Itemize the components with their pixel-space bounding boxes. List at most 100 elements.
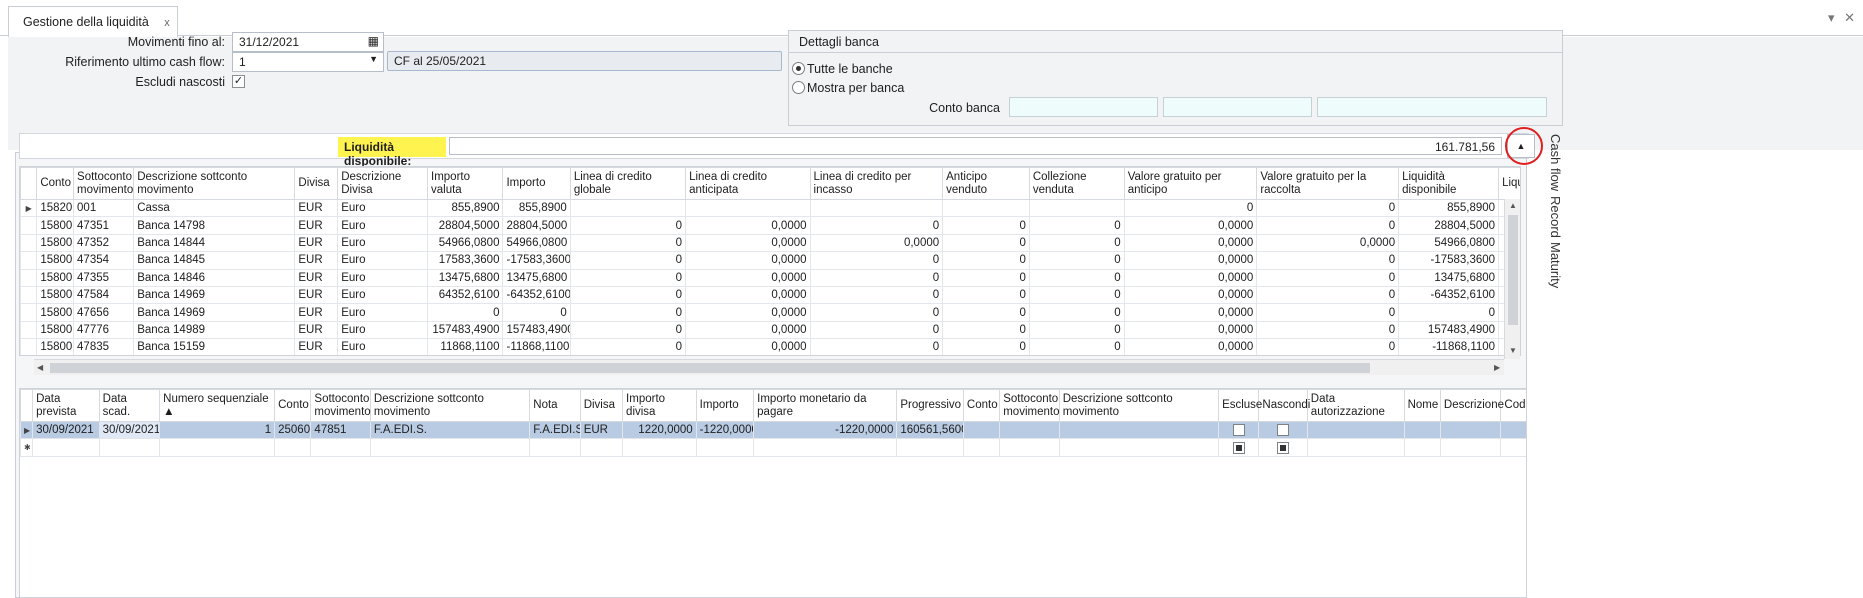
movimenti-date-input[interactable]: 31/12/2021 ▦ <box>232 32 384 52</box>
column-header[interactable]: Liquidità disponibile <box>1398 167 1500 200</box>
scroll-left-icon[interactable]: ◀ <box>37 363 43 372</box>
nascondi-new-checkbox[interactable] <box>1277 441 1290 454</box>
column-header[interactable]: Divisa <box>294 167 339 200</box>
table-cell[interactable] <box>1218 420 1260 440</box>
escludi-checkbox[interactable]: ✓ <box>232 75 245 88</box>
column-header[interactable]: Sottoconto movimento <box>73 167 135 200</box>
calendar-icon[interactable]: ▦ <box>368 34 379 48</box>
new-row-cell[interactable] <box>999 438 1060 457</box>
column-header[interactable]: Conto <box>962 389 1001 422</box>
new-row-cell[interactable] <box>1403 438 1441 457</box>
column-header[interactable]: Linea di credito globale <box>569 167 687 200</box>
window-close-icon[interactable]: ✕ <box>1844 10 1855 25</box>
new-row-cell[interactable] <box>159 438 276 457</box>
table-row[interactable]: 15800 47584 Banca 14969 EUR Euro 64352,6100 -6… <box>20 285 1520 305</box>
column-header[interactable]: Importo <box>502 167 571 200</box>
column-header[interactable]: Descrizione sottconto movimento <box>1058 389 1220 422</box>
column-header[interactable]: Escluse <box>1218 389 1262 422</box>
column-header[interactable]: Data autorizzazione <box>1306 389 1405 422</box>
new-row-cell[interactable] <box>98 438 161 457</box>
column-header[interactable]: Conto <box>274 389 312 422</box>
column-header[interactable]: Descrizione sottconto movimento <box>133 167 296 200</box>
vertical-scroll-thumb[interactable] <box>1508 215 1518 325</box>
column-header[interactable]: Importo monetario da pagare <box>753 389 898 422</box>
column-header[interactable]: Codice <box>1500 389 1526 422</box>
rif-cashflow-select[interactable]: 1 ▼ <box>232 52 384 72</box>
column-header[interactable]: Nome <box>1403 389 1441 422</box>
table-cell[interactable] <box>1258 420 1308 440</box>
new-row-cell[interactable] <box>1439 438 1502 457</box>
table-row[interactable]: ▶ 30/09/2021 30/09/2021 1 25060 47851 F.A.EDI.… <box>20 420 1526 440</box>
new-row[interactable]: ✱ <box>20 438 1526 457</box>
tab-close-icon[interactable]: x <box>164 17 170 29</box>
horizontal-scroll-thumb[interactable] <box>50 363 1370 373</box>
new-row-cell[interactable] <box>1218 438 1260 457</box>
side-tab-maturity[interactable]: Maturity <box>1535 242 1563 288</box>
column-header[interactable]: Linea di credito per incasso <box>809 167 944 200</box>
column-header[interactable]: Data prevista <box>32 389 100 422</box>
mostra-banca-radio[interactable] <box>792 81 805 94</box>
conto-banca-field-1[interactable] <box>1009 97 1158 117</box>
column-header[interactable]: Descrizione sottconto movimento <box>369 389 531 422</box>
column-header[interactable]: Nota <box>529 389 581 422</box>
new-row-cell[interactable] <box>962 438 1001 457</box>
table-row[interactable]: ▶ 15820 001 Cassa EUR Euro 855,8900 855,8900 0 0 8… <box>20 198 1520 218</box>
table-row[interactable]: 15800 47354 Banca 14845 EUR Euro 17583,3600 -1… <box>20 251 1520 270</box>
column-header[interactable]: Progressivo <box>896 389 964 422</box>
new-row-cell[interactable] <box>310 438 371 457</box>
scroll-up-icon[interactable]: ▲ <box>1509 201 1517 210</box>
scroll-right-icon[interactable]: ▶ <box>1494 363 1500 372</box>
table-row[interactable]: 15800 47835 Banca 15159 EUR Euro 11868,1100 -1… <box>20 338 1520 355</box>
new-row-cell[interactable] <box>896 438 964 457</box>
tutte-banche-radio[interactable] <box>792 62 805 75</box>
column-header[interactable]: Descrizione Divisa <box>337 167 428 200</box>
nascondi-checkbox[interactable] <box>1277 424 1290 437</box>
column-header[interactable]: Sottoconto movimento <box>310 389 371 422</box>
table-row[interactable]: 15800 47351 Banca 14798 EUR Euro 28804,5000 28… <box>20 216 1520 235</box>
column-header[interactable]: Importo <box>695 389 755 422</box>
new-row-cell[interactable] <box>1258 438 1308 457</box>
conto-banca-field-2[interactable] <box>1163 97 1312 117</box>
column-header[interactable]: Data scad. <box>98 389 161 422</box>
column-header[interactable]: Valore gratuito per la raccolta <box>1256 167 1400 200</box>
column-header[interactable]: Linea di credito anticipata <box>685 167 811 200</box>
scroll-down-icon[interactable]: ▼ <box>1509 346 1517 355</box>
column-header[interactable]: Sottoconto movimento <box>999 389 1060 422</box>
column-header[interactable]: Numero sequenziale ▲ <box>159 389 276 422</box>
new-row-cell[interactable] <box>579 438 624 457</box>
pin-dropdown-icon[interactable]: ▾ <box>1828 10 1835 25</box>
escluse-checkbox[interactable] <box>1232 424 1245 437</box>
new-row-cell[interactable] <box>1058 438 1220 457</box>
conto-banca-field-3[interactable] <box>1317 97 1547 117</box>
column-header[interactable]: Nascondi <box>1258 389 1310 422</box>
new-row-cell[interactable] <box>695 438 755 457</box>
table-row[interactable]: 15800 47656 Banca 14969 EUR Euro 0 0 0 0,0000 0 0 0… <box>20 303 1520 322</box>
horizontal-scrollbar[interactable]: ◀ ▶ <box>34 359 1504 375</box>
column-header[interactable]: Importo valuta <box>426 167 504 200</box>
new-row-cell[interactable] <box>32 438 100 457</box>
new-row-cell[interactable] <box>274 438 312 457</box>
side-tab-record[interactable]: Record <box>1535 196 1563 238</box>
column-header[interactable]: Descrizione <box>1439 389 1504 422</box>
new-row-cell[interactable] <box>369 438 531 457</box>
new-row-cell[interactable] <box>1306 438 1405 457</box>
table-row[interactable]: 15800 47352 Banca 14844 EUR Euro 54966,0800 54… <box>20 233 1520 253</box>
vertical-scrollbar[interactable]: ▲ ▼ <box>1504 199 1520 359</box>
table-row[interactable]: 15800 47355 Banca 14846 EUR Euro 13475,6800 13… <box>20 268 1520 287</box>
new-row-cell[interactable] <box>622 438 697 457</box>
table-row[interactable]: 15800 47776 Banca 14989 EUR Euro 157483,4900 1… <box>20 320 1520 340</box>
column-header[interactable]: Divisa <box>579 389 624 422</box>
column-header[interactable]: Liquidità <box>1498 167 1520 200</box>
new-row-cell[interactable] <box>529 438 581 457</box>
column-header[interactable]: Importo divisa <box>622 389 697 422</box>
side-tab-cash-flow[interactable]: Cash flow <box>1535 134 1563 191</box>
column-header[interactable]: Conto <box>36 167 75 200</box>
new-row-cell[interactable] <box>1500 438 1526 457</box>
column-header[interactable]: Collezione venduta <box>1028 167 1125 200</box>
new-row-cell[interactable] <box>753 438 898 457</box>
column-header[interactable]: Anticipo venduto <box>942 167 1030 200</box>
escluse-new-checkbox[interactable] <box>1232 441 1245 454</box>
chevron-down-icon[interactable]: ▼ <box>369 54 378 64</box>
column-header[interactable]: Valore gratuito per anticipo <box>1123 167 1258 200</box>
tab-gestione-liquidita[interactable]: Gestione della liquidità x <box>8 6 178 37</box>
